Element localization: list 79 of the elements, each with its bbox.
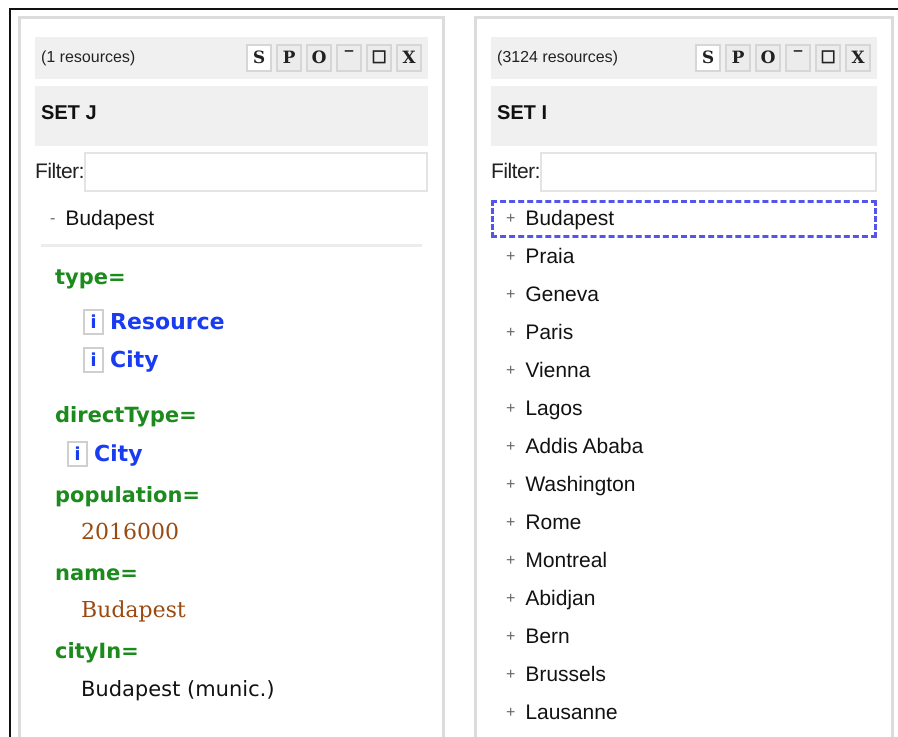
toolbar-button[interactable]: ☐ [366,44,392,72]
filter-field[interactable] [540,152,877,192]
expand-toggle[interactable]: + [506,511,516,535]
item-label: Lausanne [525,700,618,726]
expand-toggle[interactable]: + [506,587,516,611]
item-label: Montreal [525,548,608,574]
item-label: Vienna [525,358,590,384]
tree-item[interactable]: + Praia [491,238,877,276]
item-label: Brussels [525,662,606,688]
expand-toggle[interactable]: + [506,701,516,725]
toolbar-button[interactable]: ☐ [815,44,841,72]
expand-toggle[interactable]: + [506,245,516,269]
toolbar-button[interactable]: S [695,44,721,72]
type-link[interactable]: Resource [110,306,225,338]
tree-item[interactable]: + Paris [491,314,877,352]
toolbar-button[interactable]: X [845,44,871,72]
item-label: Lagos [525,396,583,422]
tree-item[interactable]: + Washington [491,466,877,504]
property-name: cityIn= [55,638,139,665]
toolbar-button[interactable]: P [725,44,751,72]
type-link[interactable]: City [110,344,159,376]
item-label: Budapest [65,206,154,232]
property-name: directType= [55,402,197,429]
panel-title: SET J [41,102,97,124]
item-label: Geneva [525,282,599,308]
tree-item[interactable]: + Montreal [491,542,877,580]
property-name: type= [55,264,126,291]
item-label: Addis Ababa [525,434,644,460]
expand-toggle[interactable]: + [506,321,516,345]
expand-toggle[interactable]: + [506,207,516,231]
tree-item[interactable]: + Abidjan [491,580,877,618]
property-value: Budapest (munic.) [80,676,275,703]
property-name: name= [55,560,138,587]
expand-toggle[interactable]: + [506,473,516,497]
expand-toggle[interactable]: + [506,435,516,459]
expand-toggle[interactable]: + [506,359,516,383]
tree-item[interactable]: + Addis Ababa [491,428,877,466]
expand-toggle[interactable]: - [50,207,56,231]
expand-toggle[interactable]: + [506,549,516,573]
tree-item[interactable]: - Budapest [35,200,428,238]
item-label: Praia [525,244,574,270]
tree-item[interactable]: + Geneva [491,276,877,314]
resource-count: (3124 resources) [497,48,618,68]
expand-toggle[interactable]: + [506,663,516,687]
info-badge[interactable]: i [67,441,88,467]
tree-item[interactable]: + Bern [491,618,877,656]
filter-label: Filter: [491,159,540,186]
panel-title: SET I [497,102,548,124]
item-label: Rome [525,510,582,536]
item-label: Paris [525,320,574,346]
filter-field[interactable] [84,152,428,192]
resource-count: (1 resources) [41,48,136,68]
toolbar-button[interactable]: S [246,44,272,72]
toolbar-button[interactable]: O [306,44,332,72]
tree-item[interactable]: + Lausanne [491,694,877,732]
item-label: Bern [525,624,570,650]
expand-toggle[interactable]: + [506,283,516,307]
expand-toggle[interactable]: + [506,625,516,649]
tree-item[interactable]: + Rome [491,504,877,542]
toolbar-button[interactable]: O [755,44,781,72]
tree-item[interactable]: + Brussels [491,656,877,694]
tree-item[interactable]: + Lagos [491,390,877,428]
literal-value: 2016000 [80,519,179,547]
tree-item[interactable]: + Budapest [491,200,877,238]
tree-item[interactable]: + Vienna [491,352,877,390]
type-link[interactable]: City [94,438,143,470]
item-label: Abidjan [525,586,596,612]
info-badge[interactable]: i [83,309,104,335]
property-name: population= [55,482,200,509]
info-badge[interactable]: i [83,347,104,373]
toolbar-button[interactable]: ‾ [336,44,362,72]
literal-value: Budapest [80,597,186,625]
toolbar-button[interactable]: X [396,44,422,72]
expand-toggle[interactable]: + [506,397,516,421]
filter-label: Filter: [35,159,84,186]
toolbar-button[interactable]: P [276,44,302,72]
toolbar-button[interactable]: ‾ [785,44,811,72]
item-label: Washington [525,472,636,498]
item-label: Budapest [525,206,614,232]
